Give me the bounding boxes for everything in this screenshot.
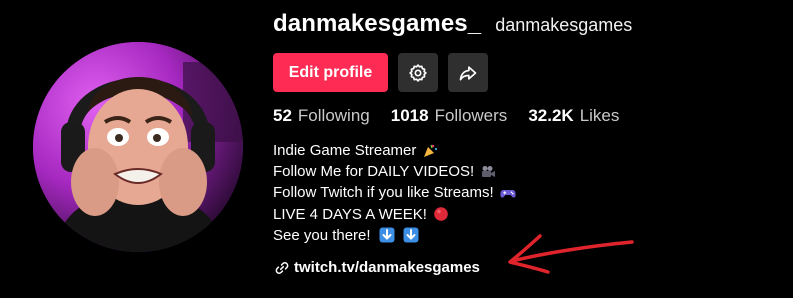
- following-label: Following: [297, 106, 370, 125]
- avatar-image: [33, 42, 243, 252]
- bio-text: Follow Twitch if you like Streams!: [273, 184, 494, 202]
- likes-label: Likes: [579, 106, 620, 125]
- following-stat[interactable]: 52 Following: [273, 106, 370, 126]
- bio-line: Follow Me for DAILY VIDEOS!: [273, 161, 516, 182]
- following-count: 52: [273, 106, 292, 125]
- username: danmakesgames_: [273, 10, 482, 37]
- settings-button[interactable]: [398, 53, 438, 92]
- link-text: twitch.tv/danmakesgames: [294, 259, 480, 276]
- bio-text: Follow Me for DAILY VIDEOS!: [273, 163, 475, 181]
- red-circle-icon: [433, 206, 449, 222]
- bio-line: Follow Twitch if you like Streams!: [273, 182, 516, 203]
- bio-text: See you there!: [273, 226, 371, 244]
- bio-line: LIVE 4 DAYS A WEEK!: [273, 204, 516, 225]
- link-icon: [275, 261, 289, 274]
- bio-text: Indie Game Streamer: [273, 142, 417, 159]
- share-button[interactable]: [448, 53, 488, 92]
- avatar[interactable]: [33, 42, 243, 252]
- annotation-arrow-icon: [508, 234, 634, 274]
- followers-count: 1018: [390, 106, 429, 125]
- edit-profile-button[interactable]: Edit profile: [273, 53, 388, 92]
- bio-line: See you there!: [273, 225, 516, 246]
- profile-header: danmakesgames_ danmakesgames: [273, 10, 632, 38]
- bio-line: Indie Game Streamer: [273, 140, 516, 161]
- party-popper-icon: [422, 143, 438, 159]
- bio: Indie Game Streamer Follow Me for DAILY …: [273, 140, 516, 246]
- profile-link[interactable]: twitch.tv/danmakesgames: [275, 259, 480, 276]
- video-camera-icon: [480, 164, 496, 180]
- down-arrow-icon: [379, 227, 395, 243]
- followers-stat[interactable]: 1018 Followers: [391, 106, 508, 126]
- likes-count: 32.2K: [528, 106, 574, 125]
- profile-stats: 52 Following 1018 Followers 32.2K Likes: [273, 106, 640, 126]
- gear-icon: [409, 63, 427, 82]
- game-controller-icon: [500, 185, 516, 201]
- profile-actions: Edit profile: [273, 53, 488, 92]
- likes-stat: 32.2K Likes: [528, 106, 619, 126]
- nickname: danmakesgames: [495, 15, 633, 35]
- share-arrow-icon: [459, 65, 477, 80]
- bio-text: LIVE 4 DAYS A WEEK!: [273, 205, 427, 223]
- down-arrow-icon: [403, 227, 419, 243]
- followers-label: Followers: [434, 106, 508, 125]
